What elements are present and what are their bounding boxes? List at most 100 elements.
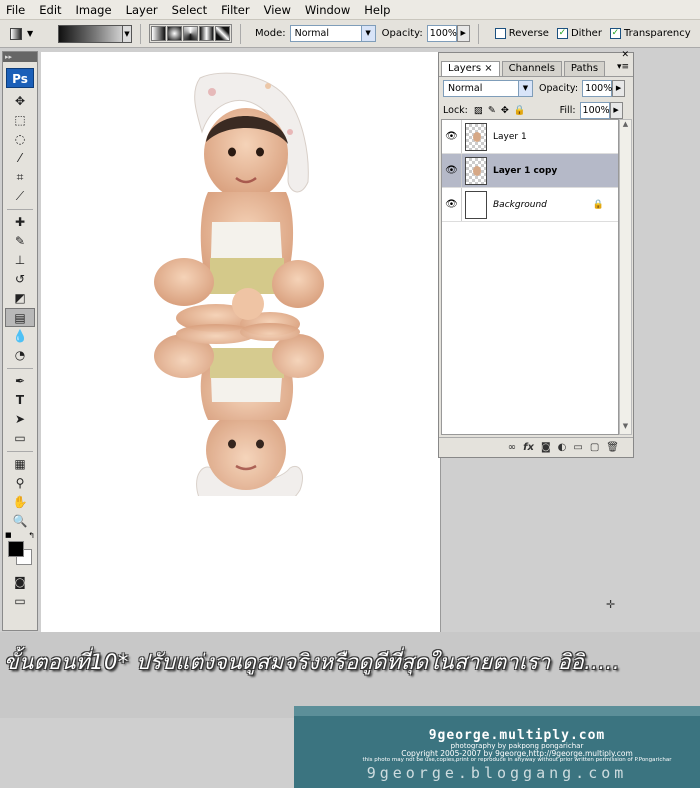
layer-opacity-label: Opacity: — [539, 82, 579, 94]
lasso-tool-icon[interactable]: ◌ — [5, 130, 35, 149]
reflected-gradient-button[interactable] — [199, 26, 214, 41]
tab-layers-label: Layers — [448, 63, 482, 74]
close-icon[interactable]: ✕ — [621, 50, 629, 60]
layer-row-selected[interactable]: 👁 Layer 1 copy — [442, 154, 618, 188]
menu-layer[interactable]: Layer — [126, 3, 158, 17]
eraser-tool-icon[interactable]: ◩ — [5, 289, 35, 308]
gradient-type-group — [149, 24, 232, 43]
panel-titlebar[interactable]: ✕ — [439, 50, 633, 61]
foreground-color[interactable] — [8, 541, 24, 557]
checkbox-box[interactable] — [494, 28, 506, 39]
menu-bar: File Edit Image Layer Select Filter View… — [0, 0, 700, 20]
tab-channels[interactable]: Channels — [501, 61, 562, 76]
notes-tool-icon[interactable]: ▦ — [5, 455, 35, 474]
crop-tool-icon[interactable]: ⌗ — [5, 168, 35, 187]
lock-position-icon[interactable]: ✥ — [501, 105, 509, 116]
layers-footer: ∞ fx ◙ ◐ ▭ ▢ 🗑 — [439, 437, 633, 457]
history-brush-icon[interactable]: ↺ — [5, 270, 35, 289]
menu-window[interactable]: Window — [305, 3, 350, 17]
photoshop-logo[interactable]: Ps — [6, 68, 34, 88]
gradient-tool-icon[interactable]: ▤ — [5, 308, 35, 327]
tutorial-caption: ขั้นตอนที่10* ปรับแต่งจนดูสมจริงหรือดูดี… — [4, 650, 621, 674]
menu-view[interactable]: View — [264, 3, 291, 17]
slice-tool-icon[interactable]: ⟋ — [5, 187, 35, 206]
path-selection-icon[interactable]: ➤ — [5, 410, 35, 429]
pen-tool-icon[interactable]: ✒ — [5, 372, 35, 391]
transparency-checkbox[interactable]: ✓ Transparency — [609, 28, 691, 39]
tab-paths[interactable]: Paths — [563, 61, 606, 76]
diamond-gradient-button[interactable] — [215, 26, 230, 41]
adjustment-layer-icon[interactable]: ◐ — [558, 442, 567, 453]
swap-colors-icon[interactable]: ↰ — [28, 531, 35, 540]
visibility-eye-icon[interactable]: 👁 — [442, 120, 462, 153]
shape-tool-icon[interactable]: ▭ — [5, 429, 35, 448]
move-tool-icon[interactable]: ✥ — [5, 92, 35, 111]
visibility-eye-icon[interactable]: 👁 — [442, 188, 462, 221]
gradient-picker[interactable]: ▼ — [58, 24, 132, 43]
watermark-band — [294, 706, 700, 716]
menu-image[interactable]: Image — [76, 3, 112, 17]
fill-input[interactable]: 100% — [579, 101, 610, 119]
layer-row-background[interactable]: 👁 Background 🔒 — [442, 188, 618, 222]
checkmark-icon[interactable]: ✓ — [556, 28, 568, 39]
healing-brush-icon[interactable]: ✚ — [5, 213, 35, 232]
layers-scrollbar[interactable]: ▲ ▼ — [619, 119, 632, 435]
layer-style-icon[interactable]: fx — [523, 442, 534, 453]
menu-edit[interactable]: Edit — [39, 3, 61, 17]
tool-preset-picker[interactable]: ▼ — [10, 23, 50, 45]
link-layers-icon[interactable]: ∞ — [508, 442, 516, 453]
layer-name: Layer 1 — [493, 131, 527, 142]
tab-layers[interactable]: Layers × — [441, 61, 500, 76]
menu-help[interactable]: Help — [364, 3, 390, 17]
type-tool-icon[interactable]: T — [5, 391, 35, 410]
checkmark-icon[interactable]: ✓ — [609, 28, 621, 39]
clone-stamp-icon[interactable]: ⊥ — [5, 251, 35, 270]
color-swatches: ■ ↰ — [5, 531, 35, 569]
eyedropper-icon[interactable]: ⚲ — [5, 474, 35, 493]
linear-gradient-button[interactable] — [151, 26, 166, 41]
scroll-down-icon[interactable]: ▼ — [620, 422, 631, 434]
screen-mode-icon[interactable]: ▭ — [5, 592, 35, 611]
lock-transparent-icon[interactable]: ▨ — [474, 105, 483, 116]
new-layer-icon[interactable]: ▢ — [590, 442, 599, 453]
blur-tool-icon[interactable]: 💧 — [5, 327, 35, 346]
thumbnail-figure — [473, 131, 481, 142]
lock-image-icon[interactable]: ✎ — [488, 105, 496, 116]
dither-checkbox[interactable]: ✓ Dither — [556, 28, 602, 39]
gradient-tool-preset-icon — [10, 27, 22, 40]
dodge-tool-icon[interactable]: ◔ — [5, 346, 35, 365]
layers-list: 👁 Layer 1 👁 Layer 1 copy 👁 Background 🔒 — [441, 119, 619, 435]
watermark: 9george.multiply.com photography by pakp… — [294, 706, 700, 788]
reverse-checkbox[interactable]: Reverse — [494, 28, 549, 39]
scroll-up-icon[interactable]: ▲ — [620, 120, 631, 132]
layer-mask-icon[interactable]: ◙ — [541, 442, 551, 453]
menu-file[interactable]: File — [6, 3, 25, 17]
blend-mode-select[interactable]: Normal ▼ — [443, 79, 533, 97]
magic-wand-icon[interactable]: ⁄ — [5, 149, 35, 168]
hand-tool-icon[interactable]: ✋ — [5, 493, 35, 512]
radial-gradient-button[interactable] — [167, 26, 182, 41]
delete-layer-icon[interactable]: 🗑 — [606, 442, 619, 453]
brush-tool-icon[interactable]: ✎ — [5, 232, 35, 251]
layer-opacity-input[interactable]: 100% — [582, 79, 612, 97]
layer-opacity-slider-button[interactable]: ▶ — [612, 79, 626, 97]
fill-slider-button[interactable]: ▶ — [609, 101, 623, 119]
marquee-tool-icon[interactable]: ⬚ — [5, 111, 35, 130]
menu-filter[interactable]: Filter — [221, 3, 249, 17]
layer-row[interactable]: 👁 Layer 1 — [442, 120, 618, 154]
opacity-slider-button[interactable]: ▶ — [456, 25, 470, 42]
mode-select[interactable]: Normal ▼ — [289, 25, 376, 42]
new-group-icon[interactable]: ▭ — [573, 442, 582, 453]
default-colors-icon[interactable]: ■ — [5, 531, 12, 539]
quick-mask-icon[interactable]: ◙ — [5, 573, 35, 592]
panel-grip[interactable]: ▸▸ — [3, 52, 37, 62]
panel-menu-icon[interactable]: ▾≡ — [617, 62, 629, 72]
lock-all-icon[interactable]: 🔒 — [514, 105, 526, 116]
menu-select[interactable]: Select — [172, 3, 207, 17]
opacity-input[interactable]: 100% — [426, 25, 457, 42]
zoom-tool-icon[interactable]: 🔍 — [5, 512, 35, 531]
chevron-down-icon[interactable]: ▼ — [122, 24, 132, 43]
layer-thumbnail — [465, 190, 487, 219]
angle-gradient-button[interactable] — [183, 26, 198, 41]
visibility-eye-icon[interactable]: 👁 — [442, 154, 462, 187]
